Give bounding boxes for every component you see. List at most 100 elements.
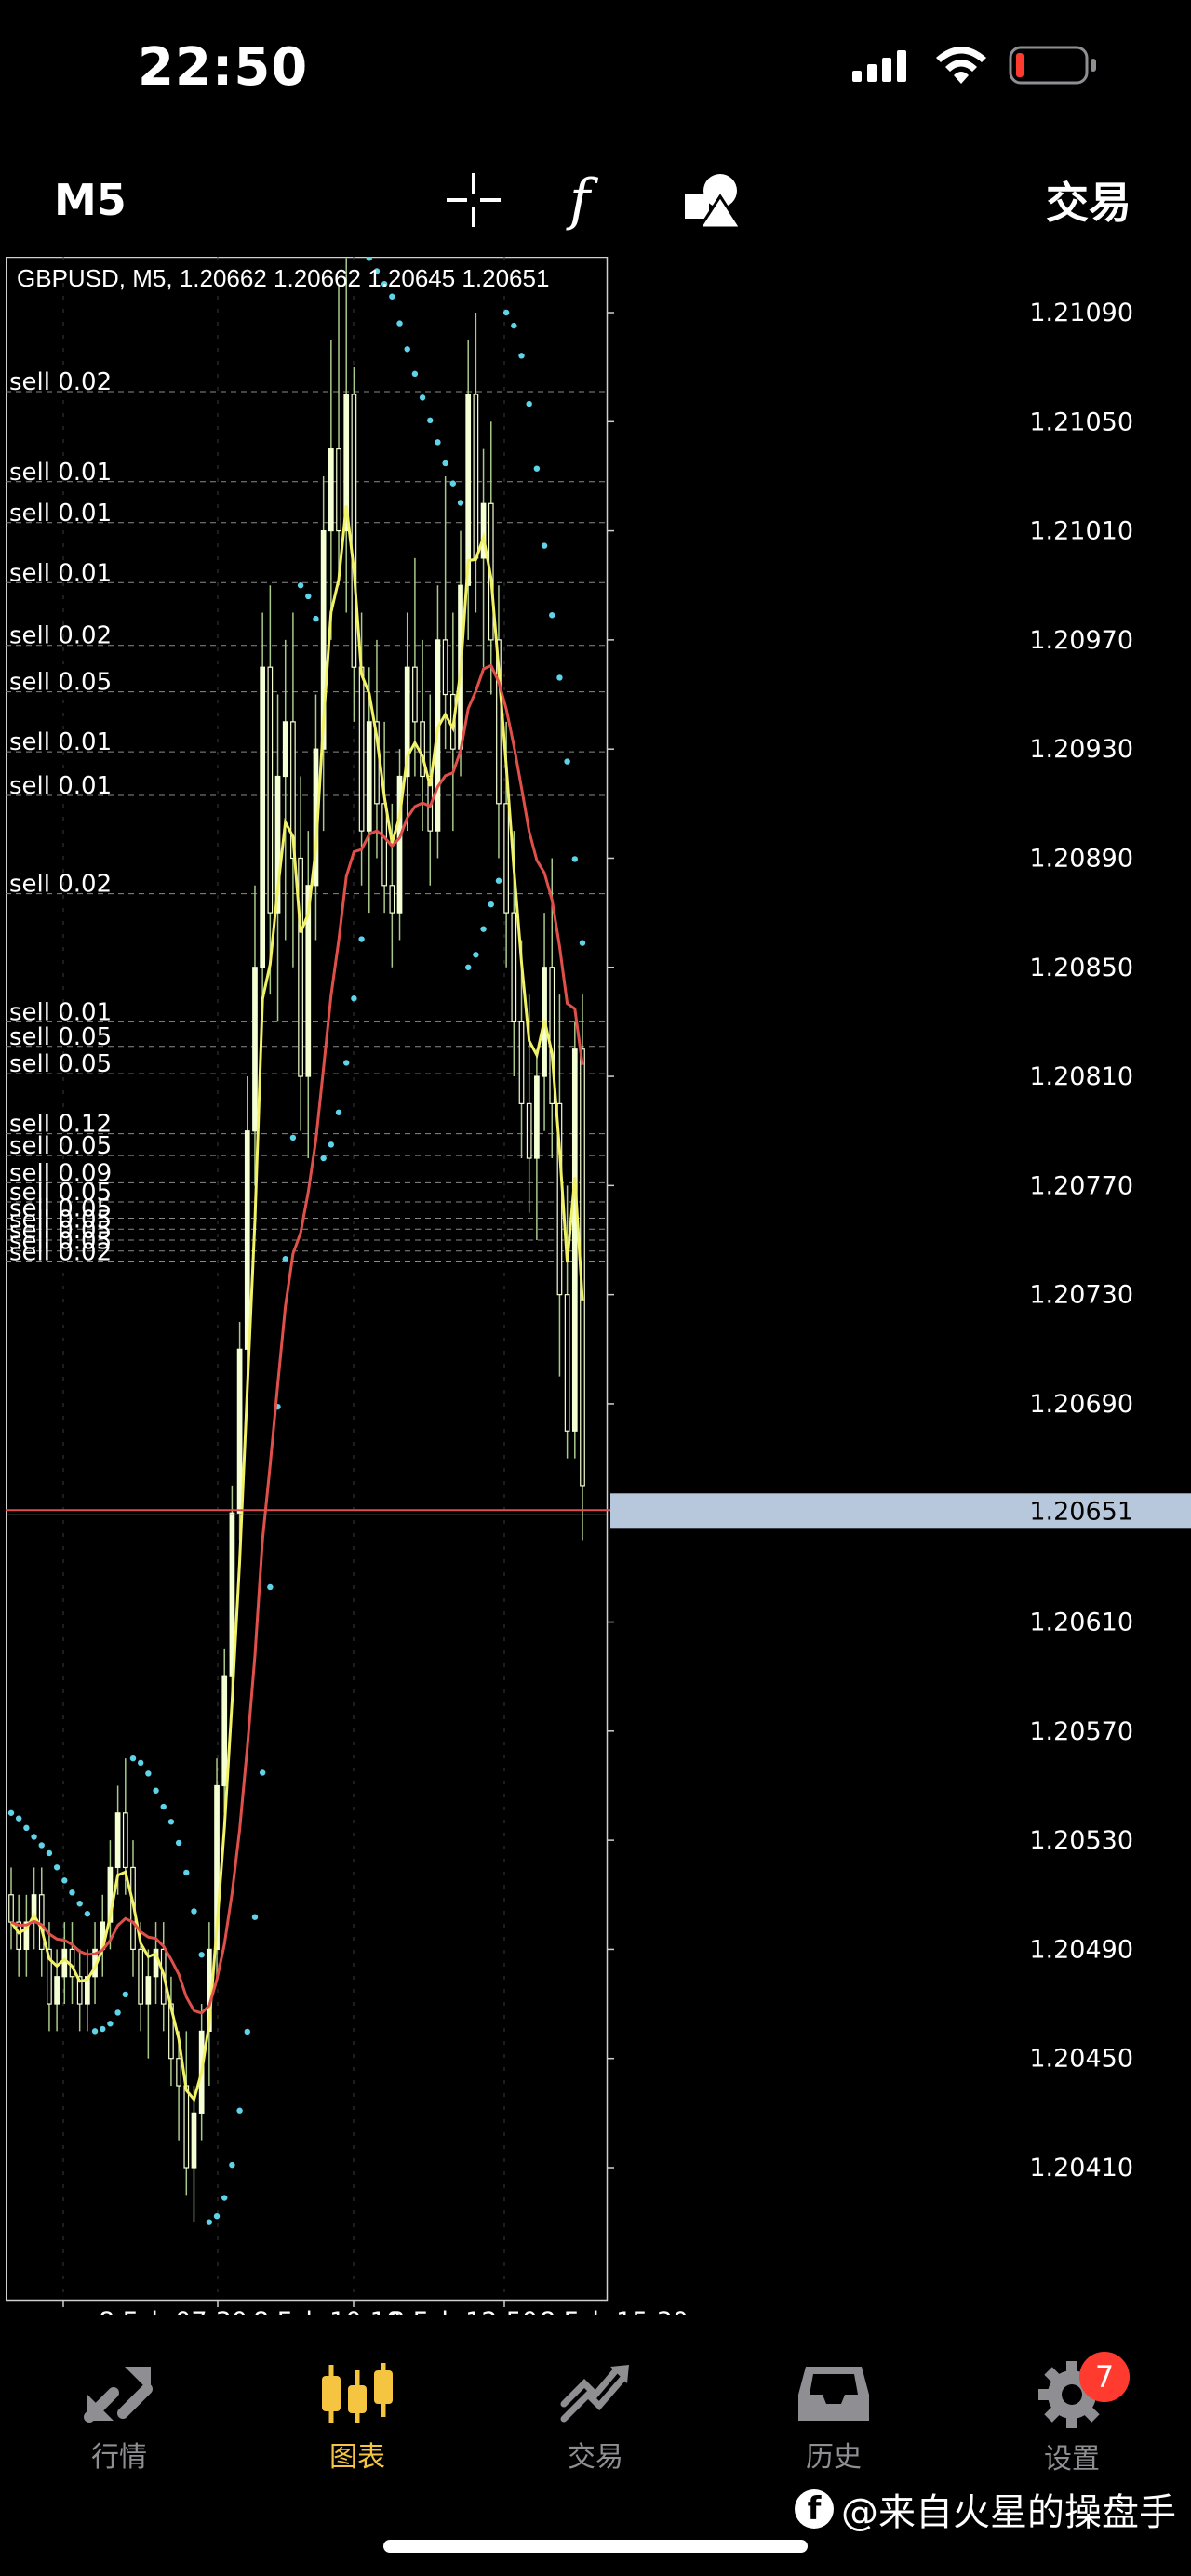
indicators-button[interactable]: f <box>569 167 590 233</box>
current-price-label: 1.20651 <box>1029 1497 1133 1526</box>
price-label: 1.21010 <box>1029 517 1133 546</box>
order-label: sell 0.01 <box>9 500 112 527</box>
sar-dot <box>38 1842 45 1849</box>
home-indicator[interactable] <box>383 2540 808 2553</box>
sar-dot <box>396 320 403 327</box>
price-label: 1.20610 <box>1029 1608 1133 1637</box>
crosshair-button[interactable] <box>445 167 502 233</box>
sar-dot <box>297 582 304 589</box>
crosshair-icon <box>447 173 501 227</box>
trade-button[interactable]: 交易 <box>1046 167 1131 233</box>
nav-label-trade: 交易 <box>568 2441 623 2474</box>
status-bar: 22:50 <box>0 0 1191 140</box>
sar-dot <box>449 480 457 487</box>
sar-dot <box>213 2212 221 2220</box>
wifi-icon <box>936 47 986 84</box>
sar-dot <box>53 1864 60 1871</box>
inbox-tray-icon <box>798 2367 869 2421</box>
sar-dot <box>549 612 555 619</box>
sar-dot <box>221 2195 228 2201</box>
price-label: 1.20930 <box>1029 735 1133 764</box>
sar-dot <box>526 400 532 407</box>
sar-dot <box>198 1952 205 1958</box>
order-label: sell 0.05 <box>9 1132 112 1160</box>
sar-dot <box>495 877 502 884</box>
sar-dot <box>411 370 419 378</box>
candle-body <box>534 1075 540 1159</box>
sar-dot <box>389 293 395 300</box>
candle-body <box>244 1130 250 1350</box>
sar-dot <box>579 940 586 946</box>
sar-dot <box>335 1109 342 1115</box>
sar-dot <box>267 1583 274 1591</box>
candle-body <box>38 1894 45 1951</box>
quotes-icon <box>84 2367 153 2423</box>
price-label: 1.20730 <box>1029 1281 1133 1310</box>
order-label: sell 0.01 <box>9 459 112 487</box>
candle-body <box>260 666 266 968</box>
sar-dot <box>206 2219 213 2225</box>
sar-dot <box>15 1815 22 1822</box>
chart-canvas[interactable]: sell 0.02 sell 0.01 sell 0.01 sell 0.01 sell… <box>6 257 1191 2315</box>
order-label: sell 0.05 <box>9 1050 112 1078</box>
sar-dot <box>556 674 563 681</box>
sar-dot <box>69 1889 75 1896</box>
function-icon: f <box>569 167 591 233</box>
sar-dot <box>145 1770 152 1777</box>
timeframe-button[interactable]: M5 <box>54 167 127 233</box>
price-chart[interactable]: sell 0.02 sell 0.01 sell 0.01 sell 0.01 sell… <box>6 257 1191 2315</box>
status-time: 22:50 <box>138 37 309 98</box>
settings-badge: 7 <box>1079 2352 1130 2402</box>
candle-body <box>122 1812 128 1869</box>
sar-dot <box>533 465 541 472</box>
candle-body <box>465 394 472 586</box>
sar-dot <box>404 346 410 353</box>
candle-body <box>571 1048 578 1432</box>
candle-body <box>412 666 418 723</box>
sar-dot <box>419 394 426 401</box>
sar-dot <box>289 1134 297 1141</box>
price-label: 1.21090 <box>1029 299 1133 327</box>
sar-dot <box>191 1908 197 1915</box>
sar-dot <box>244 2028 250 2035</box>
candle-body <box>176 2058 181 2087</box>
candle-body <box>145 1976 152 2005</box>
sar-dot <box>488 901 494 908</box>
candle-body <box>236 1348 243 1514</box>
status-icons <box>852 45 1098 86</box>
sar-dot <box>564 758 570 765</box>
nav-history[interactable]: 历史 <box>759 2361 908 2475</box>
objects-button[interactable] <box>683 167 743 233</box>
candle-body <box>351 394 357 668</box>
candlestick-icon <box>322 2363 393 2423</box>
sar-dot <box>236 2107 243 2114</box>
candle-body <box>336 448 341 532</box>
order-label: sell 0.02 <box>9 1238 112 1266</box>
candle-body <box>252 967 258 1132</box>
sar-dot <box>313 615 319 622</box>
sar-dot <box>358 936 365 942</box>
candle-body <box>267 666 274 914</box>
order-label: sell 0.01 <box>9 559 112 587</box>
nav-label-settings: 设置 <box>1044 2443 1100 2476</box>
sar-dot <box>351 995 357 1002</box>
facebook-icon: f <box>795 2489 834 2529</box>
time-label: 8 Feb 10:10 <box>253 2307 402 2315</box>
chart-toolbar: M5 f 交易 <box>0 149 1191 251</box>
sar-dot <box>229 2161 235 2169</box>
sar-dot <box>343 1060 350 1066</box>
sar-dot <box>465 964 472 970</box>
sar-dot <box>153 1787 159 1794</box>
nav-settings[interactable]: 7 设置 <box>997 2352 1146 2476</box>
candle-body <box>114 1812 121 1869</box>
sar-dot <box>31 1834 37 1840</box>
nav-trade[interactable]: 交易 <box>521 2361 670 2475</box>
candle-body <box>442 639 448 696</box>
trade-label: 交易 <box>1046 178 1131 228</box>
sar-dot <box>480 926 487 932</box>
nav-quotes[interactable]: 行情 <box>45 2361 194 2475</box>
nav-chart[interactable]: 图表 <box>283 2361 432 2475</box>
sar-dot <box>7 1809 15 1816</box>
price-label: 1.20850 <box>1029 954 1133 982</box>
sar-dot <box>511 322 517 329</box>
